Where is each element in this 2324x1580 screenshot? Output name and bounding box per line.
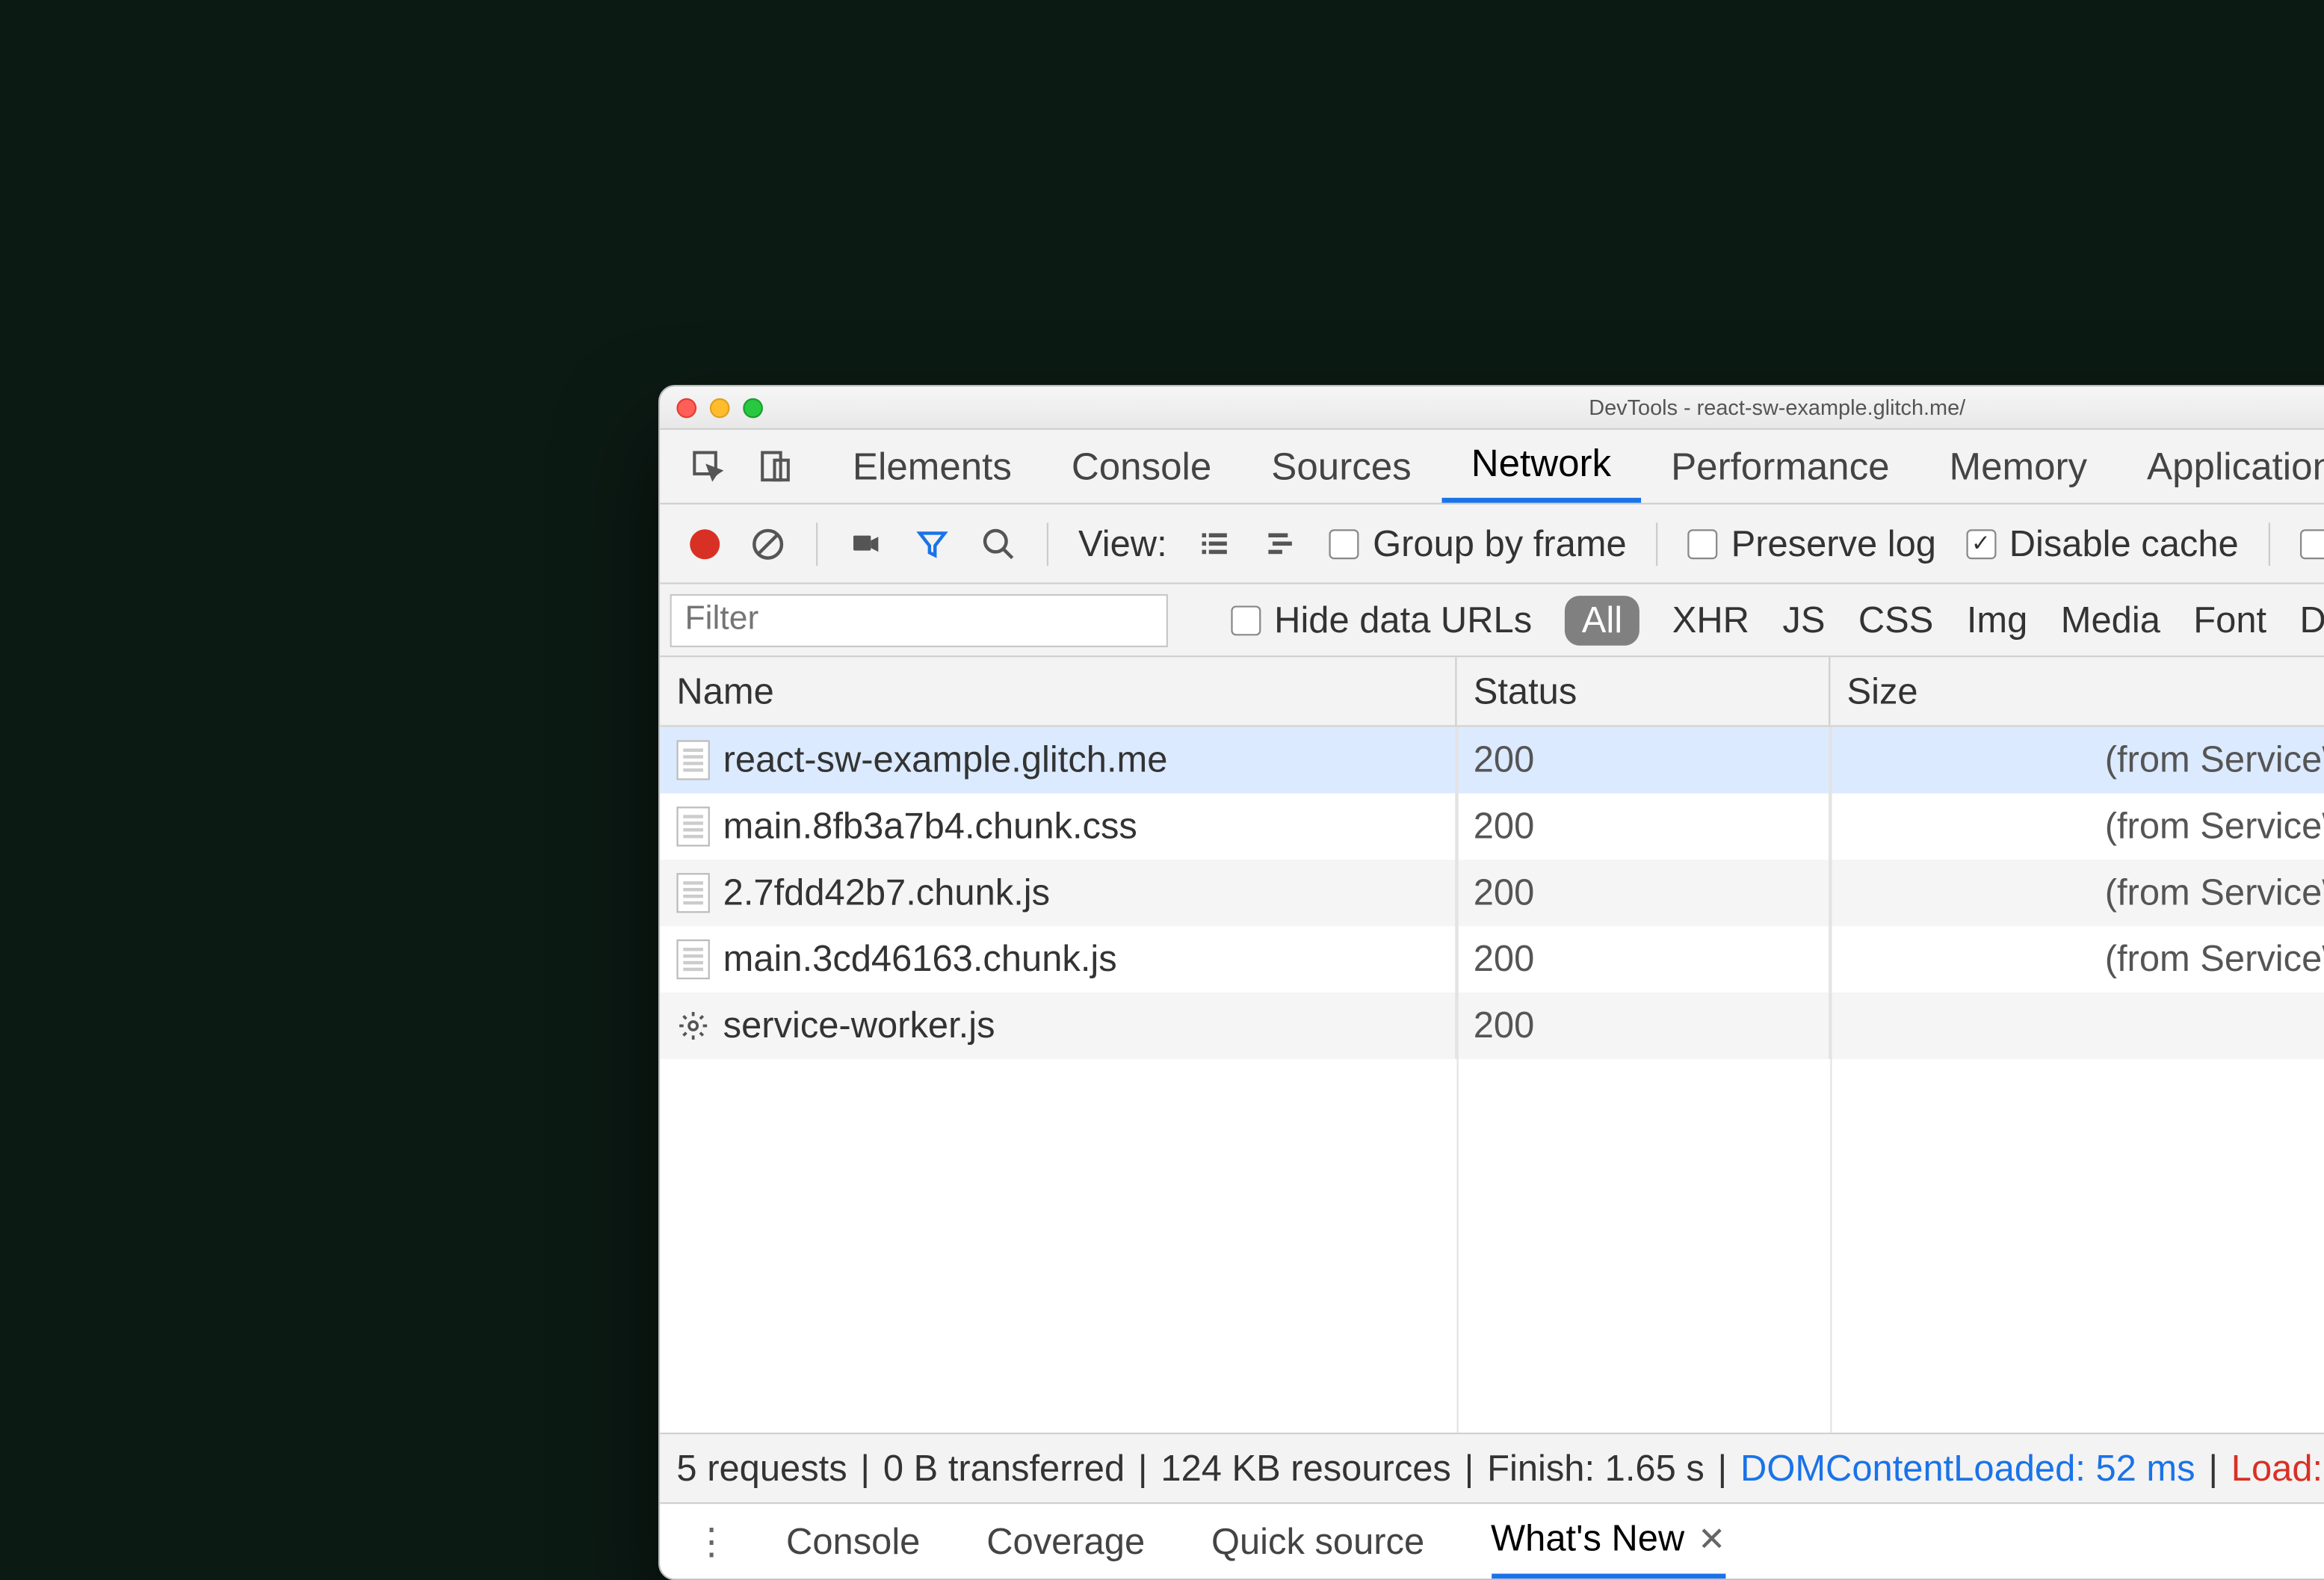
minimize-window-icon[interactable] — [710, 398, 730, 419]
request-size: (from ServiceWorker) — [1830, 793, 2324, 860]
window-controls — [676, 398, 763, 419]
drawer-tabs: ⋮ Console Coverage Quick source What's New✕… — [660, 1502, 2324, 1579]
hide-data-urls-checkbox[interactable] — [1231, 605, 1261, 635]
group-by-frame-label: Group by frame — [1373, 522, 1627, 565]
tab-network[interactable]: Network — [1441, 430, 1641, 503]
tab-memory[interactable]: Memory — [1920, 430, 2117, 503]
hide-data-urls-option[interactable]: Hide data URLs — [1231, 598, 1532, 641]
drawer-kebab-icon[interactable]: ⋮ — [693, 1519, 730, 1563]
file-icon — [676, 806, 709, 846]
record-button[interactable] — [690, 528, 720, 558]
request-row[interactable]: main.8fb3a7b4.chunk.css 200(from ServiceW… — [660, 793, 2324, 860]
filter-type-media[interactable]: Media — [2061, 598, 2160, 641]
hide-data-urls-label: Hide data URLs — [1274, 598, 1532, 641]
disable-cache-label: Disable cache — [2009, 522, 2239, 565]
view-label: View: — [1078, 522, 1167, 565]
close-window-icon[interactable] — [676, 398, 696, 419]
filter-type-doc[interactable]: Doc — [2300, 598, 2324, 641]
summary-bar: 5 requests | 0 B transferred | 124 KB re… — [660, 1433, 2324, 1502]
filter-type-font[interactable]: Font — [2193, 598, 2266, 641]
request-name: 2.7fdd42b7.chunk.js — [723, 871, 1050, 915]
devtools-window: DevTools - react-sw-example.glitch.me/ E… — [658, 385, 2324, 1580]
summary-dcl: DOMContentLoaded: 52 ms — [1740, 1447, 2195, 1490]
summary-load: Load: 51 ms — [2231, 1447, 2324, 1490]
file-icon — [676, 873, 709, 913]
request-status: 200 — [1457, 793, 1831, 860]
filter-input[interactable] — [670, 593, 1168, 646]
drawer-tab-what-s-new[interactable]: What's New✕ — [1491, 1504, 1725, 1579]
camera-icon[interactable] — [847, 525, 884, 562]
request-status: 200 — [1457, 993, 1831, 1059]
window-title: DevTools - react-sw-example.glitch.me/ — [1589, 395, 1965, 419]
request-row[interactable]: react-sw-example.glitch.me 200(from Servi… — [660, 727, 2324, 794]
request-row[interactable]: service-worker.js 2000 B — [660, 993, 2324, 1059]
search-icon[interactable] — [980, 525, 1017, 562]
request-name: service-worker.js — [723, 1005, 995, 1048]
tab-sources[interactable]: Sources — [1241, 430, 1441, 503]
request-list: react-sw-example.glitch.me200(from Servi… — [660, 727, 2324, 1433]
request-row[interactable]: 2.7fdd42b7.chunk.js 200(from ServiceWorke… — [660, 860, 2324, 926]
request-name: main.8fb3a7b4.chunk.css — [723, 805, 1137, 848]
column-headers: Name Status Size Waterfall▲ — [660, 657, 2324, 726]
preserve-log-option[interactable]: Preserve log — [1688, 522, 1936, 565]
gear-icon — [676, 1009, 709, 1042]
request-status: 200 — [1457, 727, 1831, 794]
group-by-frame-option[interactable]: Group by frame — [1329, 522, 1626, 565]
device-toolbar-icon[interactable] — [756, 448, 793, 484]
request-size: (from ServiceWorker) — [1830, 926, 2324, 993]
summary-resources: 124 KB resources — [1161, 1447, 1450, 1490]
request-size: 0 B — [1830, 993, 2324, 1059]
summary-transferred: 0 B transferred — [883, 1447, 1125, 1490]
filter-type-xhr[interactable]: XHR — [1672, 598, 1749, 641]
tab-elements[interactable]: Elements — [823, 430, 1042, 503]
request-status: 200 — [1457, 926, 1831, 993]
disable-cache-checkbox[interactable] — [1966, 528, 1996, 558]
tab-performance[interactable]: Performance — [1641, 430, 1919, 503]
main-tabs: ElementsConsoleSourcesNetworkPerformance… — [660, 430, 2324, 504]
inspect-element-icon[interactable] — [690, 448, 726, 484]
request-size: (from ServiceWorker) — [1830, 727, 2324, 794]
tab-console[interactable]: Console — [1042, 430, 1241, 503]
filter-toggle-icon[interactable] — [914, 525, 951, 562]
filter-type-css[interactable]: CSS — [1858, 598, 1934, 641]
offline-option[interactable]: Offline — [2300, 522, 2324, 565]
large-rows-icon[interactable] — [1197, 525, 1234, 562]
header-name[interactable]: Name — [660, 657, 1456, 725]
drawer-tab-close-icon[interactable]: ✕ — [1698, 1518, 1725, 1560]
zoom-window-icon[interactable] — [743, 398, 763, 419]
header-size[interactable]: Size — [1830, 657, 2324, 725]
tab-application[interactable]: Application — [2117, 430, 2324, 503]
offline-checkbox[interactable] — [2300, 528, 2324, 558]
filter-type-js[interactable]: JS — [1782, 598, 1825, 641]
file-icon — [676, 740, 709, 780]
summary-requests: 5 requests — [676, 1447, 847, 1490]
titlebar: DevTools - react-sw-example.glitch.me/ — [660, 386, 2324, 430]
clear-icon[interactable] — [750, 525, 786, 562]
drawer-tab-coverage[interactable]: Coverage — [986, 1504, 1145, 1579]
drawer-tab-console[interactable]: Console — [786, 1504, 920, 1579]
disable-cache-option[interactable]: Disable cache — [1966, 522, 2239, 565]
request-row[interactable]: main.3cd46163.chunk.js 200(from ServiceWo… — [660, 926, 2324, 993]
summary-finish: Finish: 1.65 s — [1487, 1447, 1705, 1490]
request-status: 200 — [1457, 860, 1831, 926]
waterfall-overview-icon[interactable] — [1264, 525, 1300, 562]
file-icon — [676, 939, 709, 979]
group-by-frame-checkbox[interactable] — [1329, 528, 1359, 558]
filter-type-img[interactable]: Img — [1967, 598, 2027, 641]
preserve-log-checkbox[interactable] — [1688, 528, 1718, 558]
filter-type-all[interactable]: All — [1566, 595, 1640, 645]
filter-row: Hide data URLs All XHR JS CSS Img Media Font Do… — [660, 584, 2324, 658]
request-name: main.3cd46163.chunk.js — [723, 938, 1117, 981]
network-toolbar: View: Group by frame Preserve log Disabl… — [660, 504, 2324, 584]
request-name: react-sw-example.glitch.me — [723, 738, 1168, 782]
drawer-tab-quick-source[interactable]: Quick source — [1211, 1504, 1424, 1579]
preserve-log-label: Preserve log — [1731, 522, 1936, 565]
header-status[interactable]: Status — [1457, 657, 1831, 725]
request-size: (from ServiceWorker) — [1830, 860, 2324, 926]
